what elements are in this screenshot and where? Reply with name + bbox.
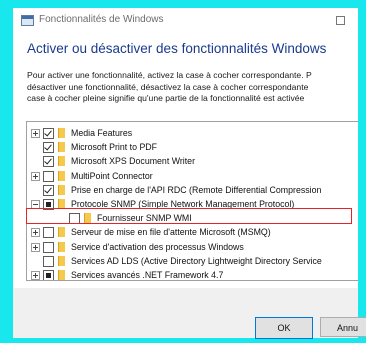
window-title: Fonctionnalités de Windows	[39, 14, 164, 25]
feature-row[interactable]: Services avancés .NET Framework 4.7	[27, 268, 358, 280]
folder-icon	[58, 184, 65, 195]
annotation-highlight-box	[26, 208, 352, 224]
features-dialog: Fonctionnalités de Windows Activer ou dé…	[13, 8, 358, 338]
feature-label: Microsoft Print to PDF	[71, 142, 158, 153]
expand-icon[interactable]	[31, 129, 40, 138]
feature-checkbox[interactable]	[43, 227, 54, 239]
feature-checkbox[interactable]	[43, 270, 54, 280]
expand-icon[interactable]	[31, 242, 40, 252]
feature-label: MultiPoint Connector	[71, 170, 153, 181]
feature-label: Service d'activation des processus Windo…	[71, 241, 244, 252]
folder-icon	[58, 128, 65, 138]
feature-row[interactable]: Prise en charge de l'API RDC (Remote Dif…	[27, 183, 358, 197]
folder-icon	[58, 241, 65, 252]
feature-checkbox[interactable]	[43, 241, 54, 253]
expand-icon[interactable]	[31, 228, 40, 238]
feature-checkbox[interactable]	[43, 255, 54, 267]
feature-label: Services AD LDS (Active Directory Lightw…	[71, 255, 322, 266]
title-bar: Fonctionnalités de Windows	[13, 8, 358, 32]
description-line: désactiver une fonctionnalité, désactive…	[27, 81, 309, 92]
description-line: case à cocher pleine signifie qu'une par…	[27, 93, 305, 103]
feature-checkbox[interactable]	[43, 170, 54, 182]
description-line: Pour activer une fonctionnalité, activez…	[27, 70, 312, 80]
feature-label: Microsoft XPS Document Writer	[71, 156, 196, 167]
folder-icon	[58, 227, 65, 238]
feature-row[interactable]: MultiPoint Connector	[27, 169, 358, 183]
feature-label: Serveur de mise en file d'attente Micros…	[71, 227, 271, 238]
ok-button[interactable]: OK	[255, 317, 313, 339]
maximize-button[interactable]	[336, 16, 345, 25]
cancel-button[interactable]: Annu	[320, 317, 366, 337]
feature-row[interactable]: Service d'activation des processus Windo…	[27, 240, 358, 254]
feature-label: Media Features	[71, 128, 133, 138]
folder-icon	[58, 156, 65, 167]
feature-row[interactable]: Media Features	[27, 126, 358, 140]
feature-row[interactable]: Services AD LDS (Active Directory Lightw…	[27, 254, 358, 268]
feature-checkbox[interactable]	[43, 156, 54, 168]
window-features-icon	[21, 15, 34, 26]
expand-icon[interactable]	[31, 271, 40, 280]
feature-tree[interactable]: Media Features Microsoft Print to PDF Micr…	[26, 121, 358, 281]
feature-checkbox[interactable]	[43, 142, 54, 154]
folder-icon	[58, 255, 65, 266]
feature-checkbox[interactable]	[43, 184, 54, 196]
folder-icon	[58, 170, 65, 181]
folder-icon	[58, 142, 65, 153]
feature-row[interactable]: Microsoft XPS Document Writer	[27, 154, 358, 168]
feature-checkbox[interactable]	[43, 128, 54, 139]
feature-label: Services avancés .NET Framework 4.7	[71, 270, 224, 280]
feature-label: Prise en charge de l'API RDC (Remote Dif…	[71, 184, 322, 195]
feature-row[interactable]: Serveur de mise en file d'attente Micros…	[27, 225, 358, 239]
page-heading: Activer ou désactiver des fonctionnalité…	[27, 41, 327, 56]
folder-icon	[58, 270, 65, 280]
description-text: Pour activer une fonctionnalité, activez…	[27, 70, 312, 105]
expand-icon[interactable]	[31, 171, 40, 181]
feature-row[interactable]: Microsoft Print to PDF	[27, 140, 358, 154]
